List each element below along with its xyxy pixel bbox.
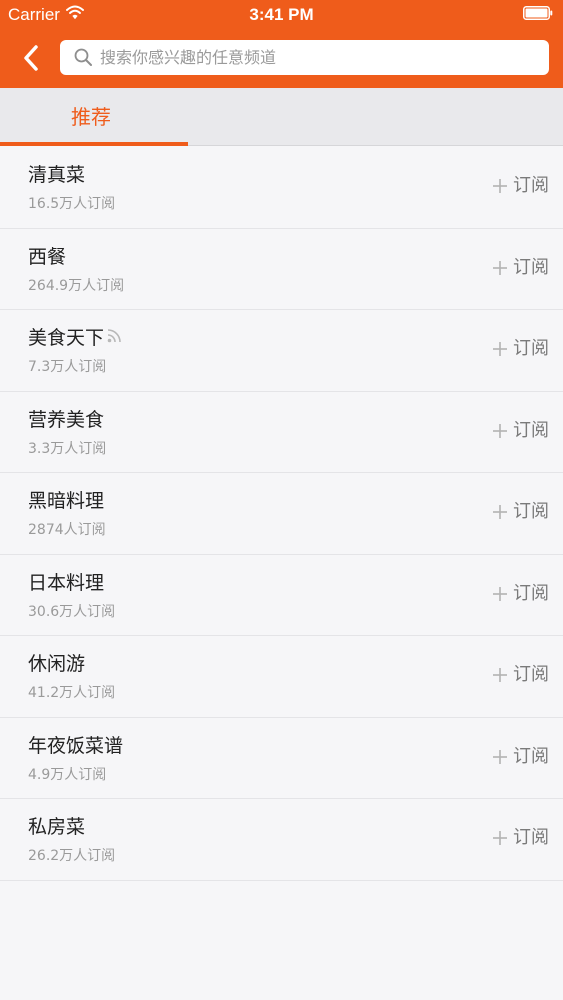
search-icon [74,48,92,66]
header-bar: Carrier 3:41 PM [0,0,563,88]
channel-row[interactable]: 黑暗料理 2874人订阅 订阅 [0,473,563,555]
tab-recommend[interactable]: 推荐 [0,88,188,146]
channel-name: 西餐 [28,245,67,268]
channel-row[interactable]: 休闲游 41.2万人订阅 订阅 [0,636,563,718]
battery-icon [523,6,553,20]
channel-subscriber-count: 16.5万人订阅 [28,196,116,212]
channel-name: 营养美食 [28,408,105,431]
channel-subscriber-count: 30.6万人订阅 [28,603,116,620]
status-bar: Carrier 3:41 PM [0,0,563,30]
channel-row[interactable]: 美食天下 7.3万人订阅 订阅 [0,310,563,392]
channel-row[interactable]: 西餐 264.9万人订阅 订阅 [0,228,563,310]
channel-subscriber-count: 4.9万人订阅 [28,766,107,783]
channel-subscriber-count: 264.9万人订阅 [28,277,125,294]
plus-icon [493,505,507,519]
plus-icon [493,749,507,764]
tab-recommend-label: 推荐 [71,105,111,129]
channel-row[interactable]: 年夜饭菜谱 4.9万人订阅 订阅 [0,717,563,799]
subscribe-label: 订阅 [513,664,549,685]
subscribe-label: 订阅 [513,338,549,359]
subscribe-button[interactable]: 订阅 [492,499,549,525]
tab-active-indicator [0,142,188,146]
plus-icon [493,179,507,193]
rss-feed-icon [107,329,121,343]
plus-icon [493,668,507,682]
channel-subscriber-count: 7.3万人订阅 [28,359,107,375]
subscribe-button[interactable]: 订阅 [492,173,549,199]
channel-row[interactable]: 日本料理 30.6万人订阅 订阅 [0,554,563,636]
channel-row[interactable]: 私房菜 26.2万人订阅 订阅 [0,799,563,881]
subscribe-label: 订阅 [513,175,549,196]
tab-bar: 推荐 [0,88,563,146]
subscribe-button[interactable]: 订阅 [492,255,549,281]
channel-subscriber-count: 2874人订阅 [28,522,106,538]
channel-subscriber-count: 26.2万人订阅 [28,848,116,864]
channel-row[interactable]: 营养美食 3.3万人订阅 订阅 [0,391,563,473]
subscribe-label: 订阅 [513,419,549,441]
plus-icon [493,586,507,601]
search-input[interactable] [100,40,540,75]
chevron-left-icon [24,45,38,71]
channel-subscriber-count: 3.3万人订阅 [28,440,107,457]
subscribe-button[interactable]: 订阅 [492,418,549,444]
plus-icon [493,342,507,356]
channel-name: 日本料理 [28,571,105,594]
search-box[interactable] [60,40,549,75]
channel-row[interactable]: 清真菜 16.5万人订阅 订阅 [0,147,563,229]
back-button[interactable] [14,40,50,76]
plus-icon [493,260,507,275]
channel-name: 休闲游 [28,653,86,675]
subscribe-button[interactable]: 订阅 [492,581,549,607]
channel-list: 清真菜 16.5万人订阅 订阅 西餐 264.9万人订阅 订阅 美食天下 7.3… [0,147,563,881]
subscribe-label: 订阅 [513,827,549,848]
subscribe-button[interactable]: 订阅 [492,662,549,688]
plus-icon [493,831,507,845]
channel-name: 年夜饭菜谱 [28,734,124,757]
subscribe-label: 订阅 [513,501,549,522]
status-time: 3:41 PM [249,5,314,24]
channel-name: 清真菜 [28,164,86,186]
channel-name: 美食天下 [28,326,122,350]
app-screen: Carrier 3:41 PM 搜索你感兴趣的任意频道 推荐 清真菜 16.5万… [0,0,563,1000]
channel-subscriber-count: 41.2万人订阅 [28,685,116,701]
channel-name: 私房菜 [28,816,86,838]
plus-icon [493,423,507,438]
subscribe-label: 订阅 [513,582,549,604]
subscribe-button[interactable]: 订阅 [492,336,549,362]
subscribe-label: 订阅 [513,256,549,278]
channel-name: 黑暗料理 [28,490,105,512]
subscribe-button[interactable]: 订阅 [492,825,549,851]
subscribe-label: 订阅 [513,745,549,767]
channel-name-text: 美食天下 [28,327,105,349]
subscribe-button[interactable]: 订阅 [492,744,549,770]
